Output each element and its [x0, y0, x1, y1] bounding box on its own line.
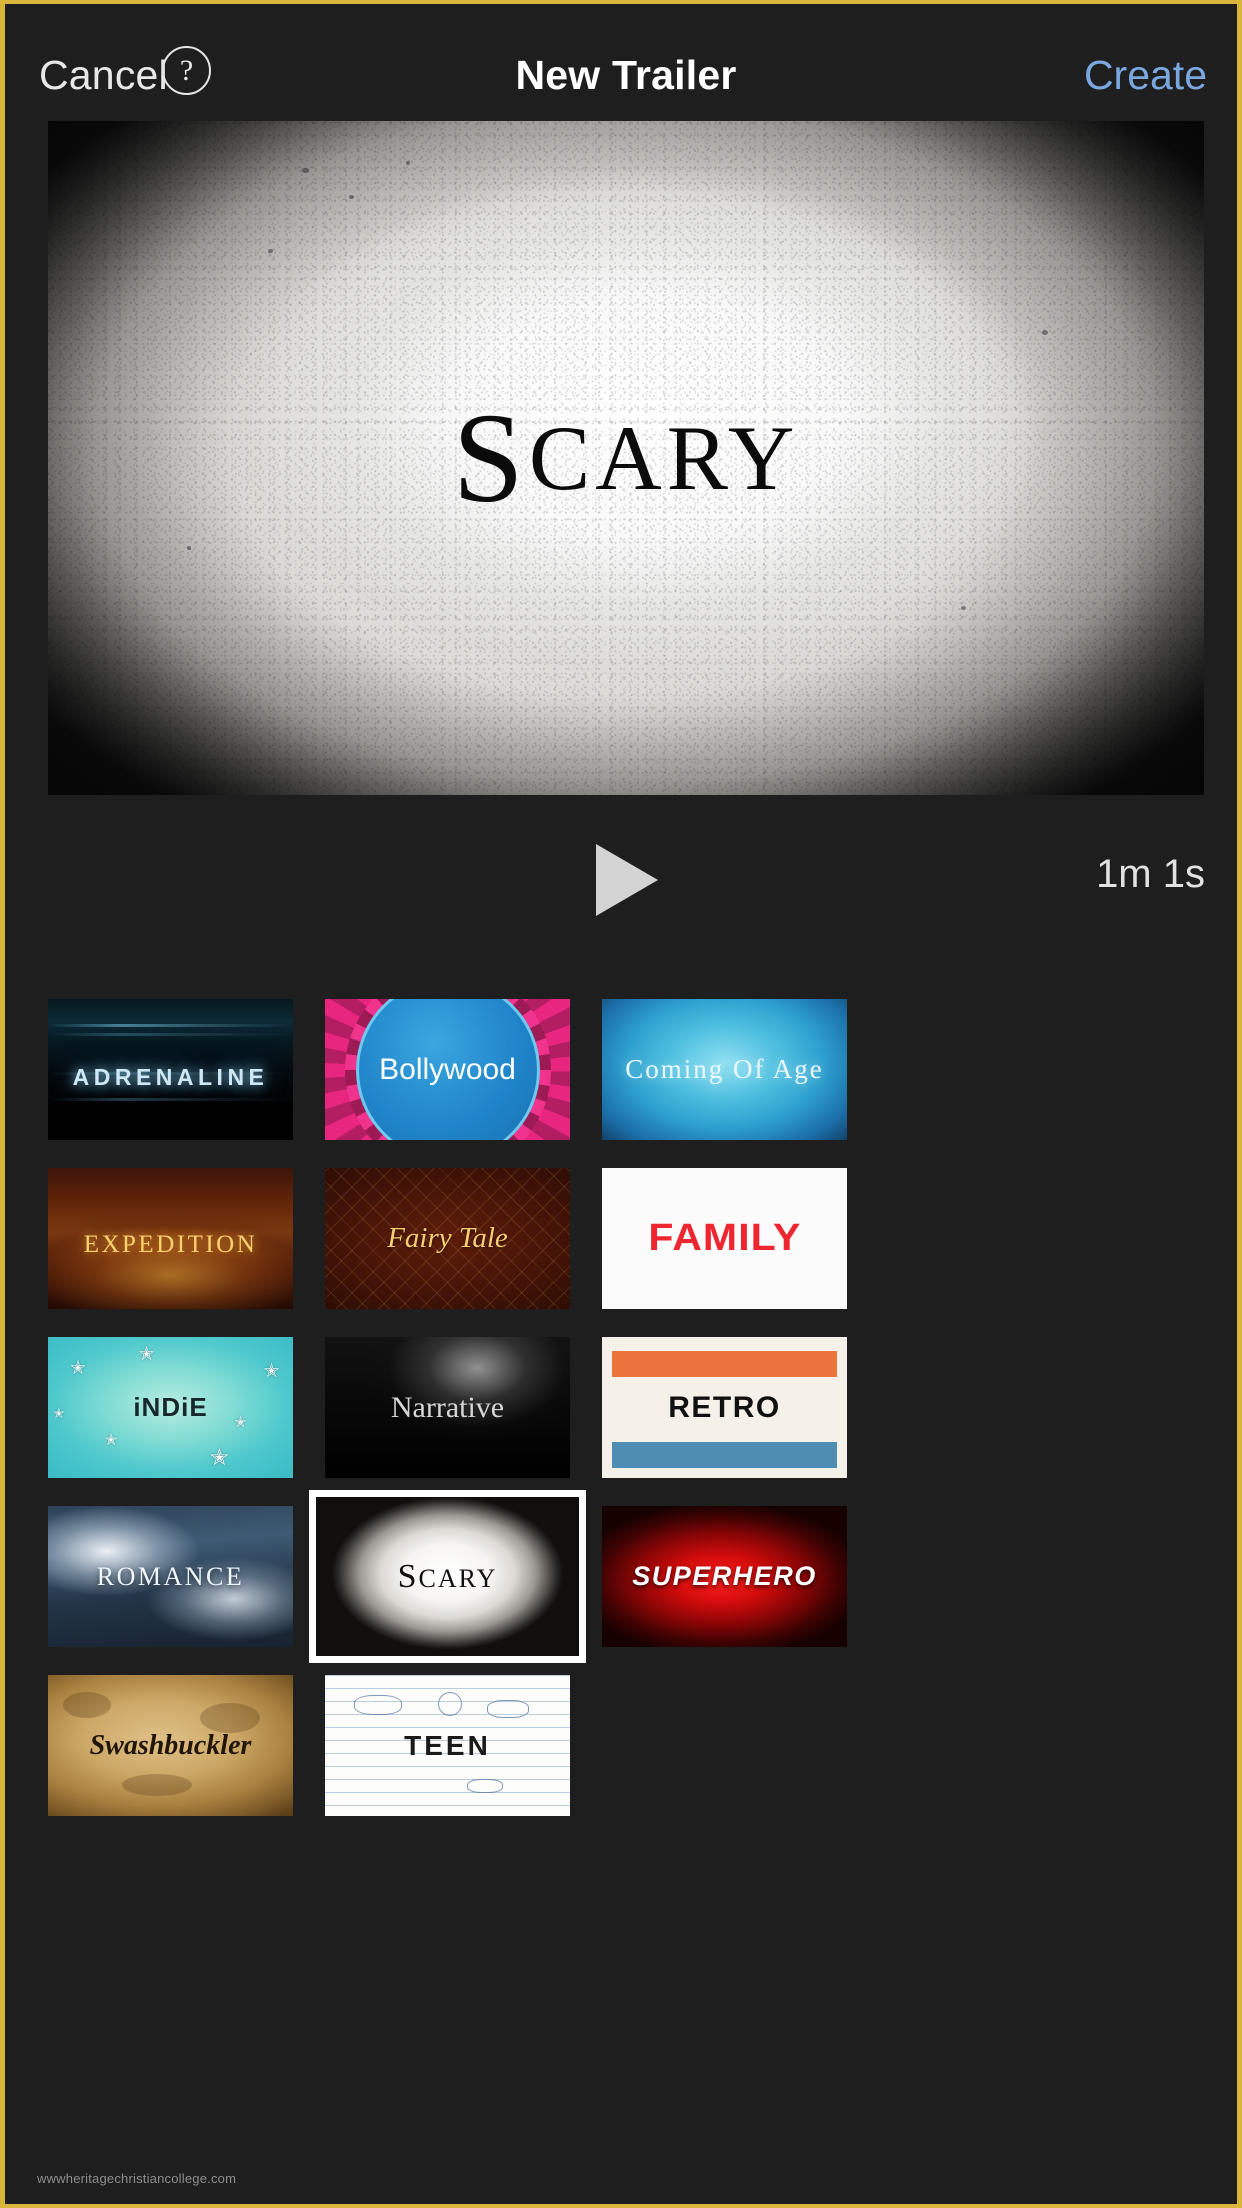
theme-cell-expedition[interactable]: EXPEDITION — [48, 1168, 293, 1309]
theme-label: FAMILY — [647, 1217, 802, 1259]
retro-top-bar — [612, 1351, 837, 1377]
cloud-doodle-icon — [467, 1779, 504, 1794]
theme-thumbnail-fairy-tale[interactable]: Fairy Tale — [325, 1168, 570, 1309]
page-title: New Trailer — [515, 52, 737, 98]
preview-title: S CARY — [48, 121, 1204, 795]
theme-thumbnail-indie[interactable]: ✭ ✭ ✭ ✭ ✭ ✭ ✭ iNDiE — [48, 1337, 293, 1478]
star-icon: ✭ — [263, 1360, 280, 1382]
theme-thumbnail-retro[interactable]: RETRO — [602, 1337, 847, 1478]
theme-cell-swashbuckler[interactable]: Swashbuckler — [48, 1675, 293, 1816]
theme-thumbnail-coming-of-age[interactable]: Coming Of Age — [602, 999, 847, 1140]
theme-label: EXPEDITION — [83, 1230, 258, 1258]
theme-row: ADRENALINE Bollywood Coming Of Age — [48, 999, 1208, 1140]
star-icon: ✭ — [70, 1357, 86, 1379]
theme-preview[interactable]: S CARY — [48, 121, 1204, 795]
sun-doodle-icon — [437, 1691, 462, 1716]
theme-grid: ADRENALINE Bollywood Coming Of Age EXPED… — [48, 999, 1208, 1844]
theme-label: Narrative — [390, 1390, 505, 1424]
theme-thumbnail-expedition[interactable]: EXPEDITION — [48, 1168, 293, 1309]
theme-label-first: S — [397, 1557, 419, 1595]
theme-cell-romance[interactable]: ROMANCE — [48, 1506, 293, 1647]
mandala-circle-icon — [355, 999, 540, 1140]
preview-title-rest: CARY — [528, 407, 800, 509]
theme-label: Coming Of Age — [625, 1054, 824, 1084]
theme-cell-indie[interactable]: ✭ ✭ ✭ ✭ ✭ ✭ ✭ iNDiE — [48, 1337, 293, 1478]
star-icon: ✭ — [104, 1432, 118, 1450]
theme-label: ROMANCE — [96, 1561, 245, 1591]
star-icon: ✭ — [209, 1444, 229, 1471]
theme-label: RETRO — [668, 1390, 781, 1424]
theme-cell-adrenaline[interactable]: ADRENALINE — [48, 999, 293, 1140]
theme-thumbnail-narrative[interactable]: Narrative — [325, 1337, 570, 1478]
theme-cell-narrative[interactable]: Narrative — [325, 1337, 570, 1478]
theme-cell-retro[interactable]: RETRO — [602, 1337, 847, 1478]
theme-thumbnail-superhero[interactable]: SUPERHERO — [602, 1506, 847, 1647]
theme-label: ADRENALINE — [72, 1064, 269, 1090]
theme-row: EXPEDITION Fairy Tale FAMILY — [48, 1168, 1208, 1309]
play-icon[interactable] — [596, 844, 658, 916]
retro-bottom-bar — [612, 1442, 837, 1468]
theme-label: SCARY — [398, 1558, 498, 1596]
theme-cell-coming-of-age[interactable]: Coming Of Age — [602, 999, 847, 1140]
theme-cell-superhero[interactable]: SUPERHERO — [602, 1506, 847, 1647]
theme-cell-family[interactable]: FAMILY — [602, 1168, 847, 1309]
cloud-doodle-icon — [354, 1694, 403, 1715]
watermark-text: wwwheritagechristiancollege.com — [37, 2171, 237, 2186]
theme-label: Swashbuckler — [89, 1729, 252, 1761]
theme-label: Fairy Tale — [387, 1222, 508, 1254]
theme-row: Swashbuckler TEEN — [48, 1675, 1208, 1816]
theme-thumbnail-adrenaline[interactable]: ADRENALINE — [48, 999, 293, 1140]
app-screen: Cancel ? New Trailer Create SCARY 1m 1s — [0, 0, 1242, 2208]
create-button[interactable]: Create — [1084, 52, 1207, 99]
theme-cell-teen[interactable]: TEEN — [325, 1675, 570, 1816]
theme-thumbnail-romance[interactable]: ROMANCE — [48, 1506, 293, 1647]
player-controls: 1m 1s — [5, 814, 1237, 944]
theme-label: iNDiE — [133, 1392, 208, 1422]
duration-label: 1m 1s — [1096, 852, 1205, 896]
theme-cell-bollywood[interactable]: Bollywood — [325, 999, 570, 1140]
app-inner: Cancel ? New Trailer Create SCARY 1m 1s — [5, 4, 1237, 2204]
star-icon: ✭ — [138, 1343, 155, 1365]
navigation-bar: Cancel ? New Trailer Create — [5, 16, 1237, 120]
theme-thumbnail-scary[interactable]: SCARY — [309, 1490, 586, 1663]
theme-cell-scary[interactable]: SCARY — [309, 1490, 586, 1663]
preview-title-first: S — [452, 386, 529, 529]
theme-label: SUPERHERO — [632, 1561, 817, 1591]
star-icon: ✭ — [234, 1414, 247, 1432]
theme-label-rest: CARY — [418, 1563, 498, 1593]
cloud-doodle-icon — [486, 1700, 529, 1719]
theme-thumbnail-family[interactable]: FAMILY — [602, 1168, 847, 1309]
star-icon: ✭ — [52, 1404, 65, 1421]
theme-thumbnail-bollywood[interactable]: Bollywood — [325, 999, 570, 1140]
theme-row: ROMANCE SCARY SUPERHERO — [48, 1490, 1208, 1663]
theme-cell-empty — [602, 1675, 847, 1816]
theme-cell-fairy-tale[interactable]: Fairy Tale — [325, 1168, 570, 1309]
theme-row: ✭ ✭ ✭ ✭ ✭ ✭ ✭ iNDiE Narrative RETRO — [48, 1337, 1208, 1478]
theme-thumbnail-swashbuckler[interactable]: Swashbuckler — [48, 1675, 293, 1816]
theme-thumbnail-teen[interactable]: TEEN — [325, 1675, 570, 1816]
